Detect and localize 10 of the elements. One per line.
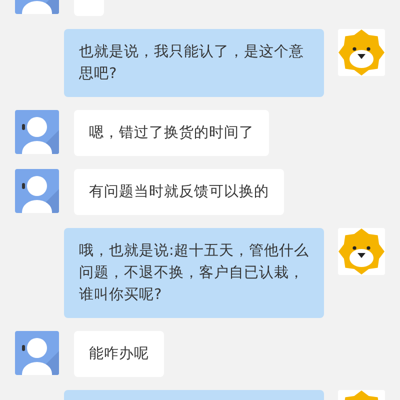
lion-avatar-icon <box>338 29 385 76</box>
message-bubble: 也就是说，我只能认了，是这个意思吧? <box>64 29 324 97</box>
avatar-icon <box>15 169 59 213</box>
message-bubble: 能咋办呢 <box>74 331 164 377</box>
lion-avatar-icon <box>338 228 385 275</box>
message-bubble: 嗯，错过了换货的时间了 <box>74 110 269 156</box>
avatar-icon <box>15 110 59 154</box>
message-bubble: 有问题当时就反馈可以换的 <box>74 169 284 215</box>
avatar-icon <box>15 331 59 375</box>
message-bubble: 哦，也就是说:超十五天，管他什么问题，不退不换，客户自已认栽，谁叫你买呢? <box>64 228 324 318</box>
